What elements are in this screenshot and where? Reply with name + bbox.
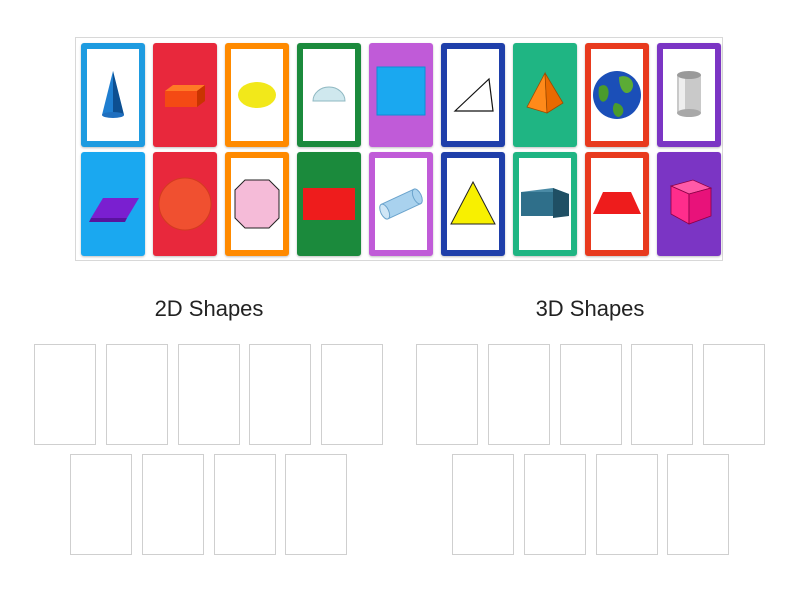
scalene-triangle-card[interactable] (441, 43, 505, 147)
pyramid-card[interactable] (513, 43, 577, 147)
3d-shapes-drop-slot[interactable] (487, 344, 550, 445)
can-shape-icon (677, 71, 701, 117)
pyramid-shape-icon (526, 71, 564, 114)
cube-shape-icon (669, 179, 713, 225)
trapezoid-card[interactable] (585, 152, 649, 256)
octagon-card[interactable] (225, 152, 289, 256)
square-shape-icon (376, 66, 426, 116)
2d-shapes-drop-slot[interactable] (213, 454, 276, 555)
red-prism-shape-icon (165, 85, 205, 107)
2d-shapes-drop-slot[interactable] (70, 454, 132, 555)
3d-shapes-drop-slot[interactable] (595, 454, 658, 555)
2d-shapes-drop-slot[interactable] (285, 454, 348, 555)
cone-card[interactable] (81, 43, 145, 147)
2d-shapes-drop-slot[interactable] (34, 344, 96, 445)
cube-card[interactable] (657, 152, 721, 256)
3d-shapes-drop-slot[interactable] (667, 454, 730, 555)
triangle-card[interactable] (441, 152, 505, 256)
sphere-card[interactable] (585, 43, 649, 147)
parallelogram-card[interactable] (81, 152, 145, 256)
semicircle-shape-icon (312, 86, 346, 102)
3d-shapes-drop-slot[interactable] (523, 454, 586, 555)
2d-shapes-drop-slot[interactable] (321, 344, 383, 445)
cuboid-shape-icon (521, 188, 569, 218)
oval-shape-icon (238, 82, 276, 108)
sphere-shape-icon (593, 71, 641, 119)
3d-shapes-drop-slot[interactable] (631, 344, 694, 445)
cylinder-shape-icon (379, 188, 423, 220)
heading-2d-shapes: 2D Shapes (154, 296, 264, 321)
2d-shapes-drop-slot[interactable] (249, 344, 312, 445)
heading-3d-shapes: 3D Shapes (535, 296, 645, 321)
3d-shapes-drop-slot[interactable] (703, 344, 765, 445)
2d-shapes-drop-slot[interactable] (141, 454, 204, 555)
rectangular-prism-card[interactable] (153, 43, 217, 147)
cylinder-can-card[interactable] (657, 43, 721, 147)
rectangle-shape-icon (303, 188, 355, 220)
semicircle-card[interactable] (297, 43, 361, 147)
2d-shapes-drop-slot[interactable] (177, 344, 240, 445)
cone-shape-icon (102, 71, 124, 118)
trapezoid-shape-icon (593, 192, 641, 214)
cylinder-card[interactable] (369, 152, 433, 256)
circle-card[interactable] (153, 152, 217, 256)
oval-card[interactable] (225, 43, 289, 147)
3d-shapes-drop-slot[interactable] (416, 344, 478, 445)
3d-shapes-drop-slot[interactable] (559, 344, 622, 445)
cuboid-card[interactable] (513, 152, 577, 256)
circle-shape-icon (158, 177, 212, 231)
rectangle-card[interactable] (297, 152, 361, 256)
triangle-shape-icon (450, 180, 496, 225)
scalene-triangle-shape-icon (453, 77, 494, 112)
parallelogram-shape-icon (89, 198, 139, 222)
2d-shapes-drop-slot[interactable] (105, 344, 168, 445)
3d-shapes-drop-slot[interactable] (452, 454, 514, 555)
square-card[interactable] (369, 43, 433, 147)
octagon-shape-icon (231, 178, 283, 230)
